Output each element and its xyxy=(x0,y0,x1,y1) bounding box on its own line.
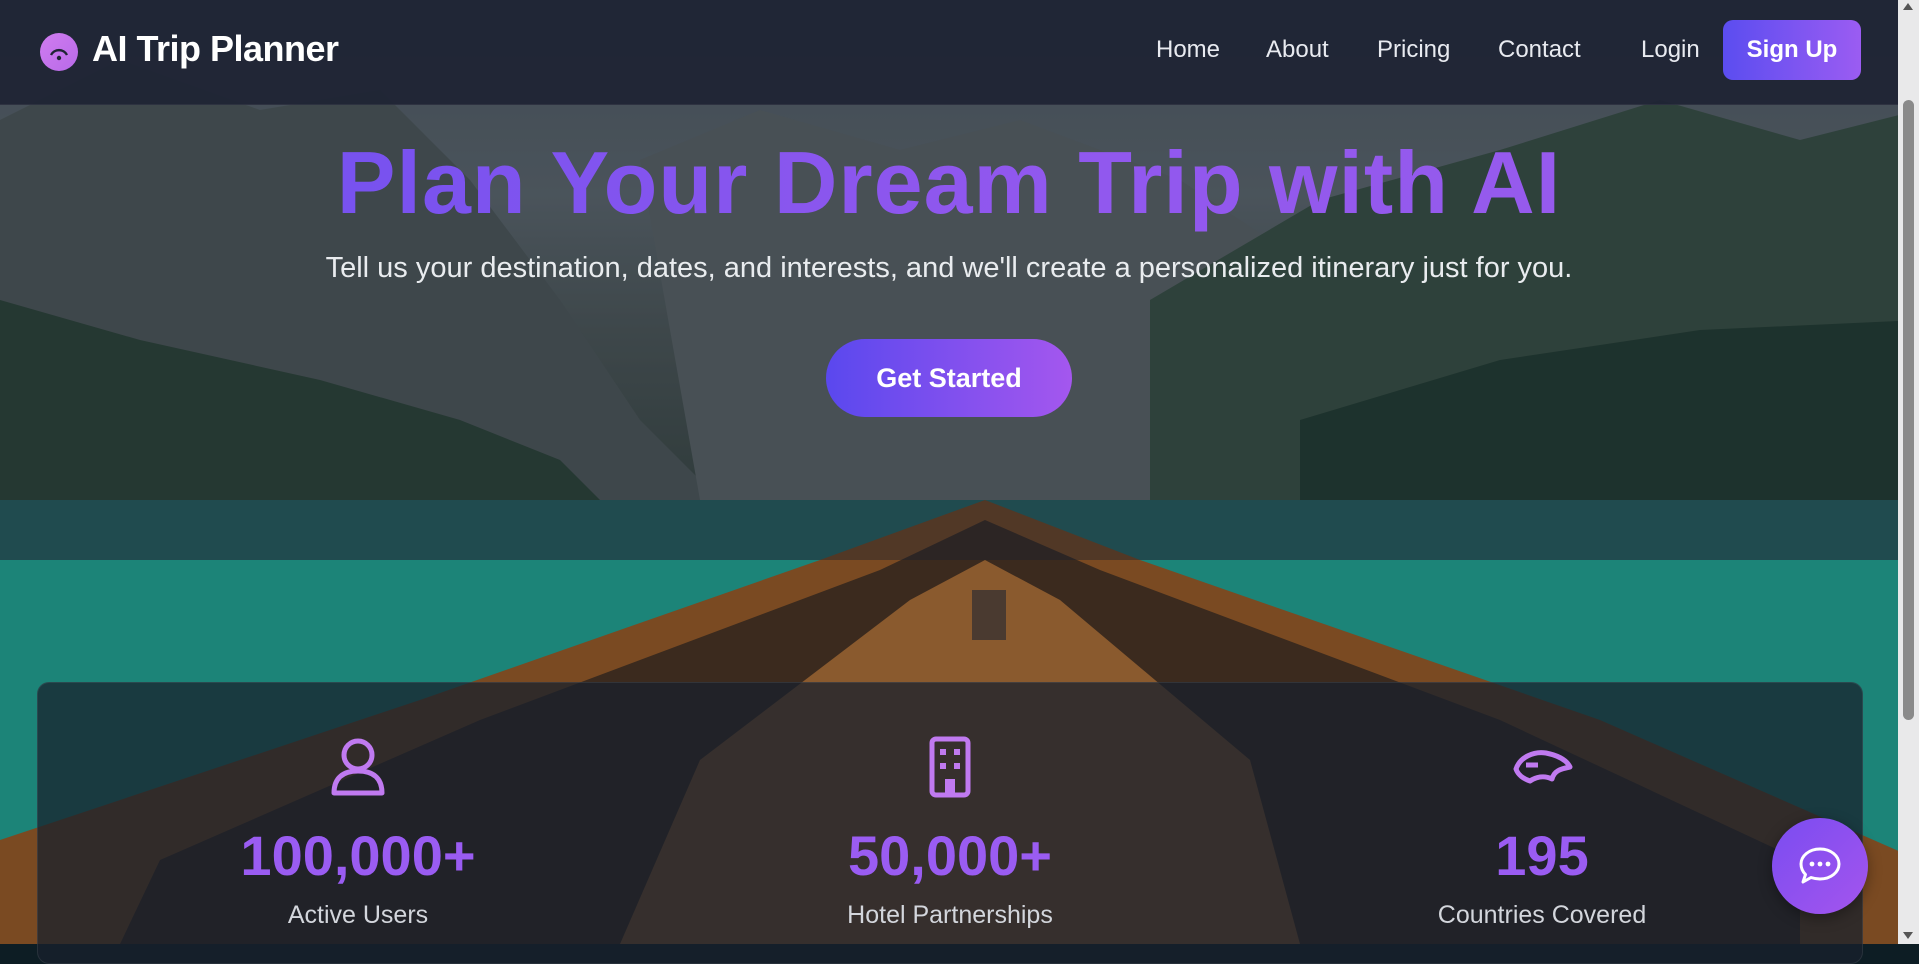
get-started-button[interactable]: Get Started xyxy=(826,339,1072,417)
hero-subtitle: Tell us your destination, dates, and int… xyxy=(325,252,1573,284)
stat-value: 195 xyxy=(1495,824,1589,887)
login-link[interactable]: Login xyxy=(1641,36,1700,64)
nav-home-link[interactable]: Home xyxy=(1156,36,1220,64)
signup-button[interactable]: Sign Up xyxy=(1723,20,1861,80)
hero-headline: Plan Your Dream Trip with AI xyxy=(0,132,1898,234)
page-scrollbar[interactable] xyxy=(1898,0,1919,944)
stat-label: Active Users xyxy=(287,901,429,929)
stat-value: 50,000+ xyxy=(848,824,1052,887)
top-navbar: AI Trip Planner Home About Pricing Conta… xyxy=(0,0,1898,105)
scroll-up-arrow-icon[interactable] xyxy=(1903,3,1913,10)
globe-icon xyxy=(1513,750,1573,784)
scroll-down-arrow-icon[interactable] xyxy=(1903,932,1913,939)
stat-label: Hotel Partnerships xyxy=(847,901,1053,929)
nav-about-link[interactable]: About xyxy=(1266,36,1329,64)
chat-bubble-icon xyxy=(1799,847,1841,884)
logo-icon[interactable] xyxy=(40,33,78,71)
app-title[interactable]: AI Trip Planner xyxy=(92,28,339,70)
stats-panel: 100,000+ Active Users 50,000+ Hotel Part… xyxy=(37,682,1863,964)
scrollbar-thumb[interactable] xyxy=(1903,100,1914,720)
stat-label: Countries Covered xyxy=(1437,901,1647,929)
building-icon xyxy=(929,736,971,798)
nav-pricing-link[interactable]: Pricing xyxy=(1377,36,1450,64)
stat-value: 100,000+ xyxy=(240,824,476,887)
chat-button[interactable] xyxy=(1772,818,1868,914)
user-icon xyxy=(331,738,385,796)
nav-contact-link[interactable]: Contact xyxy=(1498,36,1581,64)
